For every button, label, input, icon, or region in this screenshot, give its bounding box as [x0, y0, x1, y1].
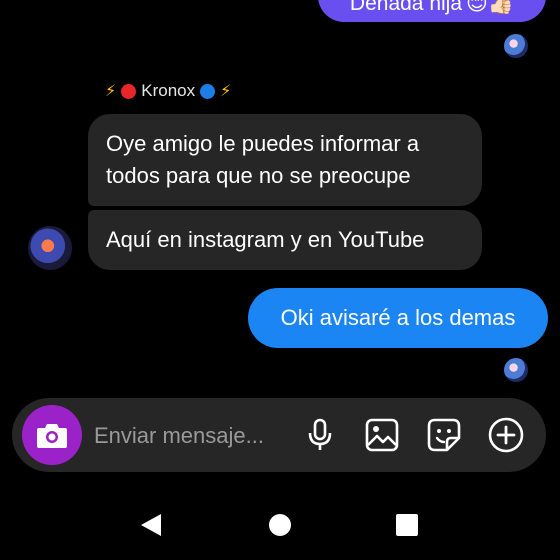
sender-avatar[interactable] — [28, 226, 72, 270]
message-input-placeholder: Enviar mensaje... — [94, 423, 264, 448]
back-button[interactable] — [136, 510, 166, 540]
message-text: Oye amigo le puedes informar a todos par… — [106, 131, 420, 188]
lightning-emoji: ⚡ — [105, 83, 117, 100]
gallery-button[interactable] — [362, 414, 402, 456]
microphone-button[interactable] — [300, 414, 340, 456]
recents-icon — [396, 514, 418, 536]
message-input[interactable]: Enviar mensaje... — [94, 420, 264, 452]
sender-name: ⚡ Kronox ⚡ — [105, 80, 231, 102]
blue-circle-emoji — [200, 83, 216, 99]
recents-button[interactable] — [392, 510, 422, 540]
message-emoji: 😊👍🏻 — [466, 0, 515, 15]
message-text: Aquí en instagram y en YouTube — [106, 227, 425, 252]
home-icon — [269, 514, 291, 536]
incoming-message[interactable]: Oye amigo le puedes informar a todos par… — [88, 114, 482, 206]
seen-avatar — [504, 358, 528, 382]
outgoing-message[interactable]: Oki avisaré a los demas — [248, 288, 548, 348]
red-circle-emoji — [121, 83, 137, 99]
sender-name-text: Kronox — [141, 81, 196, 100]
back-icon — [141, 514, 161, 536]
plus-circle-icon — [488, 417, 524, 453]
home-button[interactable] — [265, 510, 295, 540]
more-options-button[interactable] — [486, 414, 526, 456]
message-text: Oki avisaré a los demas — [280, 305, 516, 330]
outgoing-message-top[interactable]: Dehada hija 😊👍🏻 — [318, 0, 546, 22]
image-icon — [365, 418, 399, 452]
lightning-emoji: ⚡ — [220, 83, 232, 100]
camera-icon — [37, 424, 67, 448]
seen-avatar — [504, 34, 528, 58]
message-composer — [12, 398, 546, 472]
sticker-button[interactable] — [424, 414, 464, 456]
message-text: Dehada hija — [349, 0, 463, 15]
microphone-icon — [308, 418, 332, 450]
incoming-message[interactable]: Aquí en instagram y en YouTube — [88, 210, 482, 270]
camera-button[interactable] — [22, 405, 82, 465]
sticker-icon — [427, 418, 461, 452]
